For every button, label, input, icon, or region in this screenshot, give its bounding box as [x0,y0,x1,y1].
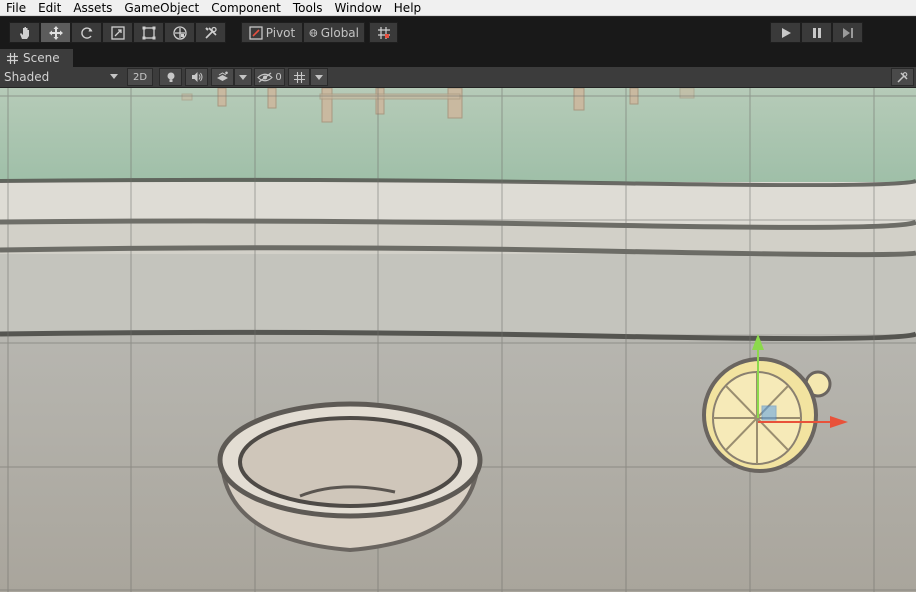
grid-snap-icon [377,26,390,39]
audio-icon [191,72,202,82]
scale-tool-button[interactable] [102,22,133,43]
rotate-tool-button[interactable] [71,22,102,43]
custom-tool-button[interactable] [195,22,226,43]
pivot-toggle[interactable]: Pivot [241,22,303,43]
scene-tab-label: Scene [23,51,60,65]
menu-component[interactable]: Component [205,0,287,16]
visibility-icon [257,72,274,82]
scene-visibility-toggle[interactable]: 0 [254,68,285,86]
pivot-icon [249,25,263,40]
step-button[interactable] [832,22,863,43]
global-label: Global [320,25,359,40]
pivot-controls: Pivot Global [241,22,398,43]
move-tool-icon [48,25,63,40]
menu-help[interactable]: Help [388,0,427,16]
menu-assets[interactable]: Assets [67,0,118,16]
hand-tool-button[interactable] [9,22,40,43]
gizmo-plane-handle[interactable] [761,405,777,421]
gizmos-icon [293,71,305,83]
grid-snap-button[interactable] [369,22,398,43]
draw-mode-dropdown[interactable]: Shaded [0,67,124,87]
effects-icon [217,71,228,81]
menu-file[interactable]: File [0,0,32,16]
chevron-down-icon [110,74,118,79]
move-tool-button[interactable] [40,22,71,43]
scene-canvas [0,88,916,592]
step-icon [842,27,853,38]
audio-toggle[interactable] [185,68,208,86]
globe-icon [309,28,318,37]
custom-tool-icon [204,26,217,39]
counter-front [0,254,916,334]
mode-2d-label: 2D [132,71,148,83]
scale-tool-icon [110,25,125,40]
rotate-tool-icon [80,26,92,39]
tools-icon [897,71,908,83]
transform-tool-icon [172,25,187,40]
rect-tool-icon [142,26,155,39]
scene-grid-icon [7,52,18,64]
tab-bar: Scene [0,48,916,67]
effects-dropdown[interactable] [234,68,252,86]
tab-scene[interactable]: Scene [0,49,73,67]
rect-tool-button[interactable] [133,22,164,43]
counter-top [0,182,916,224]
menu-tools[interactable]: Tools [287,0,329,16]
menu-window[interactable]: Window [328,0,387,16]
gizmos-toggle[interactable] [288,68,310,86]
chevron-down-icon [239,74,247,80]
pause-icon [812,27,821,38]
transform-tools [9,22,226,43]
pause-button[interactable] [801,22,832,43]
hidden-count: 0 [275,71,282,83]
light-icon [167,72,174,82]
play-button[interactable] [770,22,801,43]
menu-bar: File Edit Assets GameObject Component To… [0,0,916,16]
pivot-label: Pivot [265,25,296,40]
menu-edit[interactable]: Edit [32,0,67,16]
scene-viewport[interactable] [0,88,916,592]
mode-2d-toggle[interactable]: 2D [127,68,153,86]
menu-gameobject[interactable]: GameObject [118,0,205,16]
main-toolbar: Pivot Global [0,17,916,48]
play-controls [770,22,863,43]
scene-toolbar: Shaded 2D 0 [0,67,916,88]
scene-tools-button[interactable] [891,68,914,86]
play-icon [781,27,791,38]
hand-tool-icon [19,26,29,39]
draw-mode-label: Shaded [4,70,50,84]
transform-tool-button[interactable] [164,22,195,43]
effects-toggle[interactable] [211,68,234,86]
chevron-down-icon [315,74,323,80]
global-toggle[interactable]: Global [303,22,365,43]
lighting-toggle[interactable] [159,68,182,86]
gizmos-dropdown[interactable] [310,68,328,86]
